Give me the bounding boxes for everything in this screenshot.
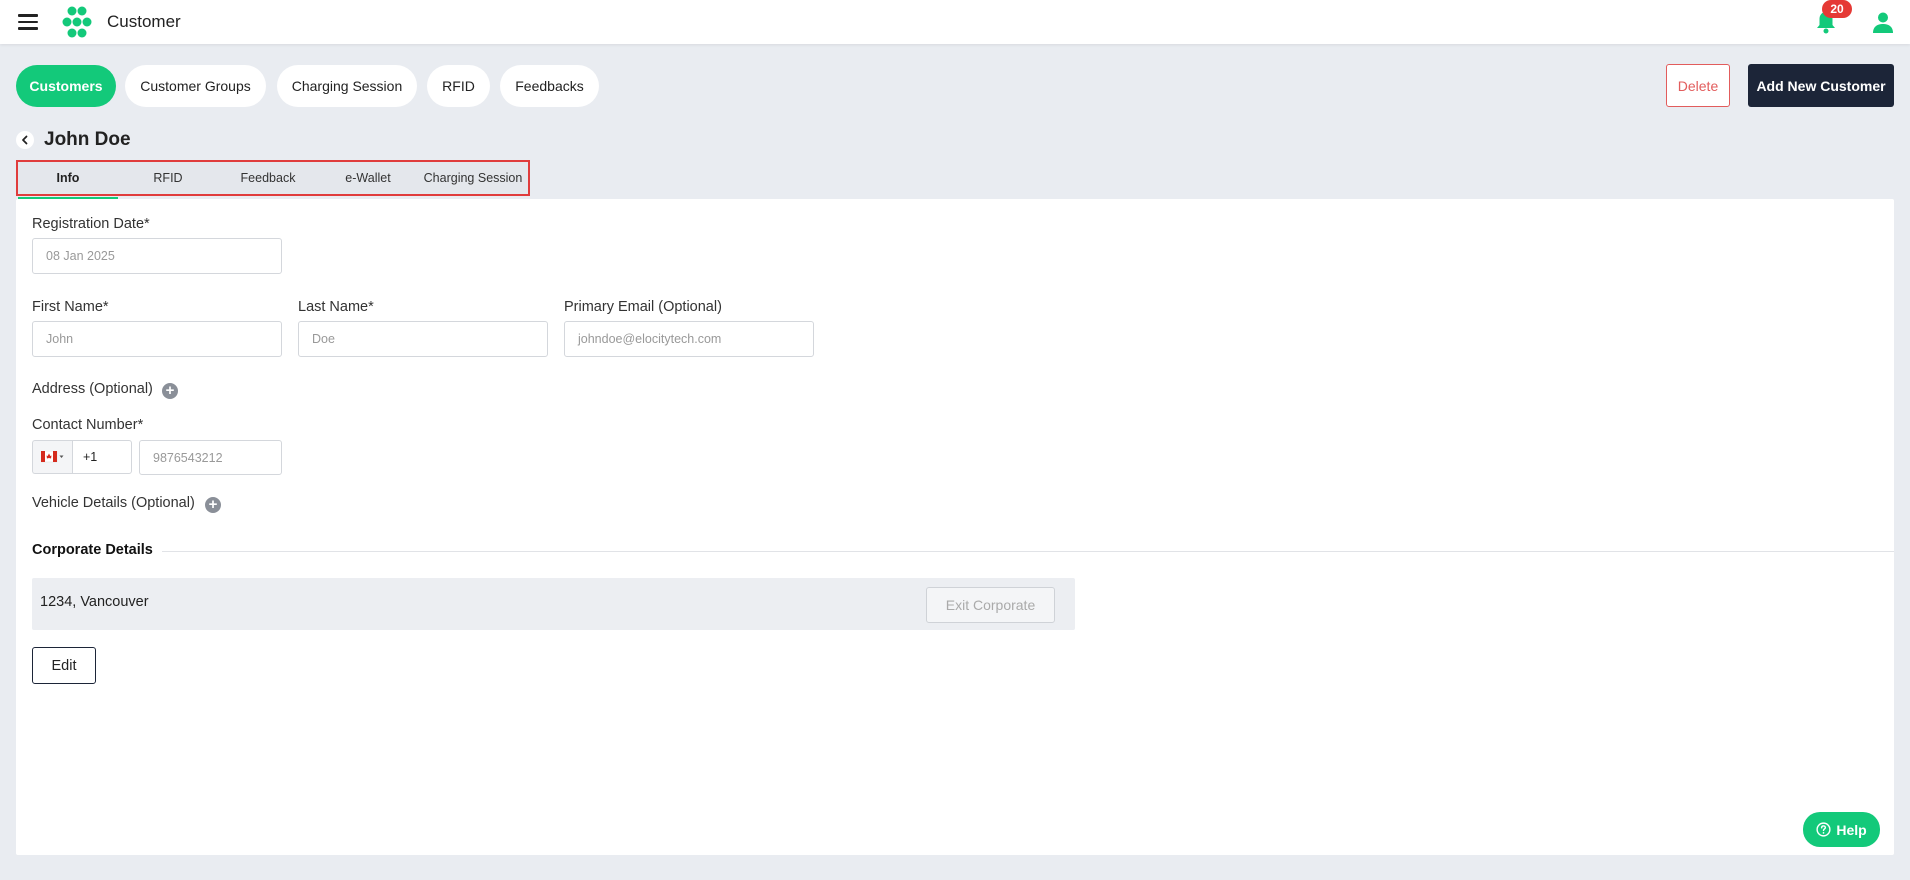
add-vehicle-icon[interactable]: + bbox=[205, 497, 221, 513]
corporate-details-title: Corporate Details bbox=[32, 542, 153, 558]
phone-input[interactable]: 9876543212 bbox=[139, 440, 282, 475]
customer-detail-tabs: Info RFID Feedback e-Wallet Charging Ses… bbox=[16, 160, 530, 200]
canada-flag-icon bbox=[40, 451, 63, 463]
chevron-left-icon bbox=[22, 135, 28, 145]
help-button[interactable]: Help bbox=[1803, 812, 1880, 847]
tab-charging-session-sub[interactable]: Charging Session bbox=[418, 162, 528, 194]
tab-customer-groups[interactable]: Customer Groups bbox=[125, 65, 266, 107]
tab-charging-session[interactable]: Charging Session bbox=[277, 65, 417, 107]
tab-rfid-sub[interactable]: RFID bbox=[118, 162, 218, 194]
country-select[interactable] bbox=[32, 440, 72, 474]
delete-button[interactable]: Delete bbox=[1666, 64, 1730, 107]
user-icon[interactable] bbox=[1872, 11, 1894, 33]
tab-info[interactable]: Info bbox=[18, 162, 118, 194]
logo-icon bbox=[62, 6, 92, 38]
add-new-customer-button[interactable]: Add New Customer bbox=[1748, 64, 1894, 107]
country-code: +1 bbox=[72, 440, 132, 474]
last-name-input[interactable]: Doe bbox=[298, 321, 548, 357]
exit-corporate-button[interactable]: Exit Corporate bbox=[926, 587, 1055, 623]
first-name-label: First Name* bbox=[32, 299, 109, 315]
notification-badge: 20 bbox=[1822, 0, 1852, 18]
first-name-input[interactable]: John bbox=[32, 321, 282, 357]
email-input[interactable]: johndoe@elocitytech.com bbox=[564, 321, 814, 357]
tab-feedback[interactable]: Feedback bbox=[218, 162, 318, 194]
question-circle-icon bbox=[1816, 822, 1831, 837]
page-title: John Doe bbox=[44, 129, 131, 150]
section-divider bbox=[162, 551, 1894, 552]
edit-button[interactable]: Edit bbox=[32, 647, 96, 684]
back-button[interactable] bbox=[16, 131, 34, 149]
app-title: Customer bbox=[107, 12, 181, 31]
corporate-entry: 1234, Vancouver Exit Corporate bbox=[32, 578, 1075, 630]
add-address-icon[interactable]: + bbox=[162, 383, 178, 399]
last-name-label: Last Name* bbox=[298, 299, 374, 315]
vehicle-details-label: Vehicle Details (Optional) bbox=[32, 495, 195, 511]
menu-icon[interactable] bbox=[18, 14, 38, 30]
help-label: Help bbox=[1836, 821, 1867, 838]
customer-info-card: Registration Date* 08 Jan 2025 First Nam… bbox=[16, 199, 1894, 855]
contact-number-label: Contact Number* bbox=[32, 417, 144, 433]
address-label: Address (Optional) bbox=[32, 381, 153, 397]
corporate-name: 1234, Vancouver bbox=[40, 594, 149, 610]
tab-feedbacks[interactable]: Feedbacks bbox=[500, 65, 599, 107]
email-label: Primary Email (Optional) bbox=[564, 299, 722, 315]
tab-e-wallet[interactable]: e-Wallet bbox=[318, 162, 418, 194]
top-bar: Customer 20 bbox=[0, 0, 1910, 44]
tab-rfid[interactable]: RFID bbox=[427, 65, 490, 107]
registration-date-input[interactable]: 08 Jan 2025 bbox=[32, 238, 282, 274]
tab-customers[interactable]: Customers bbox=[16, 65, 116, 107]
registration-date-label: Registration Date* bbox=[32, 216, 150, 232]
